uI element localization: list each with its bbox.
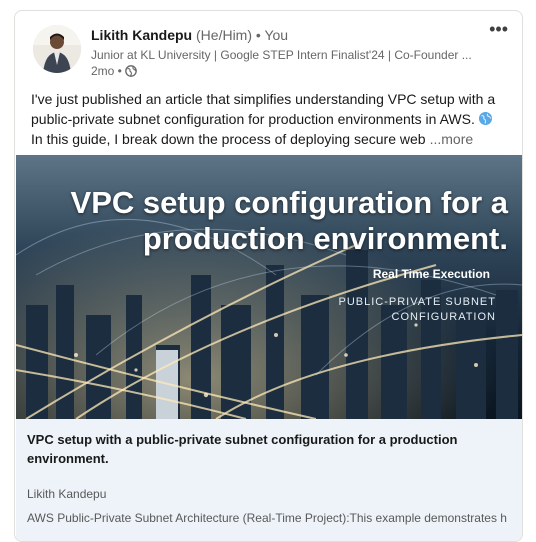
author-info: Likith Kandepu (He/Him) • You Junior at …	[91, 26, 472, 79]
article-author: Likith Kandepu	[27, 487, 107, 501]
author-name[interactable]: Likith Kandepu	[91, 27, 192, 43]
post-body-line: public-private subnet configuration for …	[31, 109, 511, 129]
article-image-subtitle: Real Time Execution	[372, 267, 490, 281]
post-meta: 2mo •	[91, 63, 451, 79]
author-name-line: Likith Kandepu (He/Him) • You	[91, 26, 451, 44]
more-options-icon[interactable]: •••	[489, 20, 508, 38]
post-body: I've just published an article that simp…	[31, 89, 511, 149]
globe-emoji-icon	[478, 112, 492, 125]
connection-degree: You	[264, 27, 289, 43]
see-more-link[interactable]: ...more	[430, 131, 474, 147]
article-description: AWS Public-Private Subnet Architecture (…	[27, 511, 507, 525]
separator-dot: •	[255, 27, 261, 43]
author-avatar[interactable]	[33, 25, 81, 73]
post-body-line: I've just published an article that simp…	[31, 91, 496, 107]
article-image-title: VPC setup configuration for a production…	[70, 185, 508, 256]
post-body-line: In this guide, I break down the process …	[31, 131, 474, 147]
article-image-tagline: PUBLIC-PRIVATE SUBNET CONFIGURATION	[338, 296, 496, 323]
post-timestamp: 2mo •	[91, 64, 122, 78]
article-preview-image[interactable]: VPC setup configuration for a production…	[16, 155, 522, 419]
feed-post-card: Likith Kandepu (He/Him) • You Junior at …	[14, 10, 523, 542]
author-headline: Junior at KL University | Google STEP In…	[91, 48, 472, 62]
author-pronouns: (He/Him)	[196, 27, 253, 43]
article-preview-footer[interactable]: VPC setup with a public-private subnet c…	[16, 419, 522, 541]
globe-icon	[125, 65, 137, 77]
article-title[interactable]: VPC setup with a public-private subnet c…	[27, 430, 497, 468]
